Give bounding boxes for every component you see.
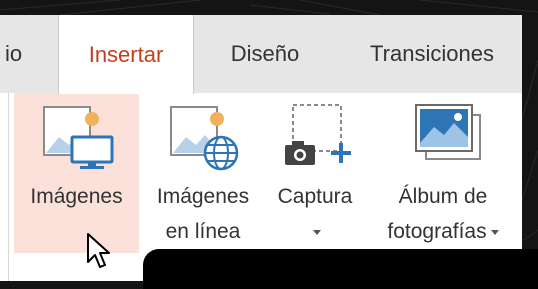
screenshot-camera-icon	[285, 104, 351, 165]
tab-insertar[interactable]: Insertar	[58, 15, 194, 94]
button-label: Imágenes	[30, 185, 123, 208]
screenshot-button[interactable]: Captura	[265, 93, 365, 253]
tab-inicio-partial[interactable]: io	[0, 15, 40, 93]
chevron-down-icon	[313, 229, 321, 235]
button-label-line2-row: fotografías	[368, 215, 518, 249]
photo-album-icon	[415, 104, 481, 160]
insert-pictures-button[interactable]: Imágenes	[14, 93, 139, 253]
button-label-line2: fotografías	[387, 220, 487, 243]
dropdown-arrow-row	[265, 215, 365, 249]
tab-label: Transiciones	[370, 41, 494, 66]
button-label-line1: Imágenes	[156, 185, 250, 208]
tab-label: io	[5, 41, 23, 66]
tab-label: Diseño	[230, 41, 300, 66]
mouse-cursor-icon	[87, 233, 110, 268]
button-label: Captura	[277, 185, 353, 208]
chevron-down-icon	[490, 229, 499, 235]
photo-album-button[interactable]: Álbum de fotografías	[368, 93, 518, 253]
online-pictures-button[interactable]: Imágenes en línea	[143, 93, 263, 253]
tab-transiciones[interactable]: Transiciones	[344, 15, 520, 93]
ribbon-tab-strip: io Insertar Diseño Transiciones	[0, 15, 522, 94]
tab-label: Insertar	[88, 41, 164, 67]
button-label-line1: Álbum de	[398, 185, 488, 208]
tab-diseno[interactable]: Diseño	[212, 15, 318, 93]
overlay-panel	[143, 249, 538, 289]
picture-monitor-icon	[43, 106, 114, 169]
button-label-line2: en línea	[165, 220, 241, 243]
ribbon-divider	[8, 93, 9, 281]
online-picture-icon	[170, 106, 239, 171]
